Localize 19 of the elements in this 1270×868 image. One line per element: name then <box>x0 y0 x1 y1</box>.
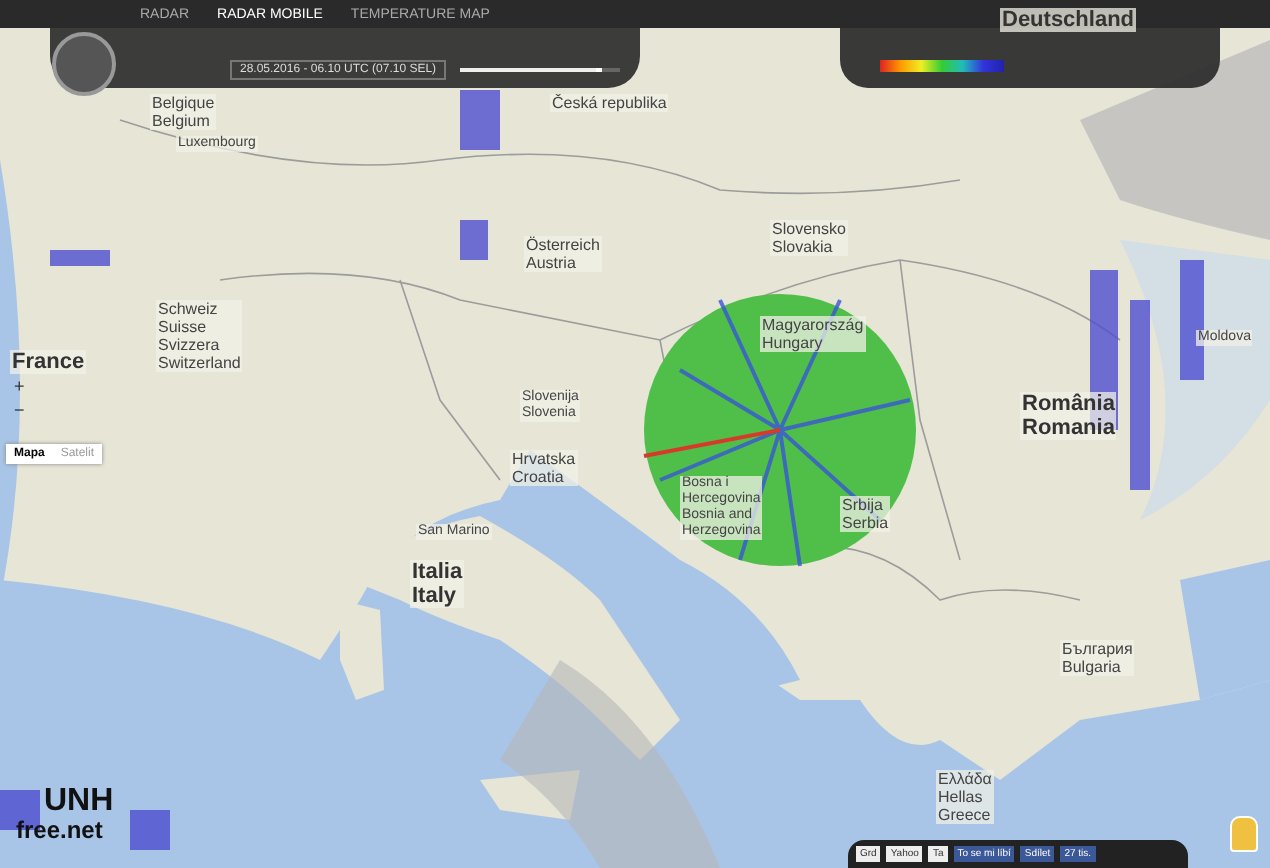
map-label: Srbija Serbia <box>840 496 891 532</box>
map-label: România Romania <box>1020 392 1117 440</box>
zoom-out-button[interactable]: − <box>8 400 31 420</box>
map-label: Deutschland <box>1000 8 1137 32</box>
color-scale-bar <box>880 60 1004 72</box>
map-label: България Bulgaria <box>1060 640 1135 676</box>
map-label: Hrvatska Croatia <box>510 450 578 486</box>
map-label: Magyarország Hungary <box>760 316 866 352</box>
map-label: Slovensko Slovakia <box>770 220 848 256</box>
map-label: Österreich Austria <box>524 236 602 272</box>
map-label: Ελλάδα Hellas Greece <box>936 770 994 824</box>
map-label: Schweiz Suisse Svizzera Switzerland <box>156 300 243 372</box>
map-label: Italia Italy <box>410 560 465 608</box>
map-label: France <box>10 350 87 374</box>
logo-text: free.net <box>16 818 105 844</box>
map-label: Belgique Belgium <box>150 94 217 130</box>
zoom-in-button[interactable]: + <box>8 376 31 396</box>
map-label: Česká republika <box>550 94 669 112</box>
logo-text: UNH <box>42 786 114 818</box>
